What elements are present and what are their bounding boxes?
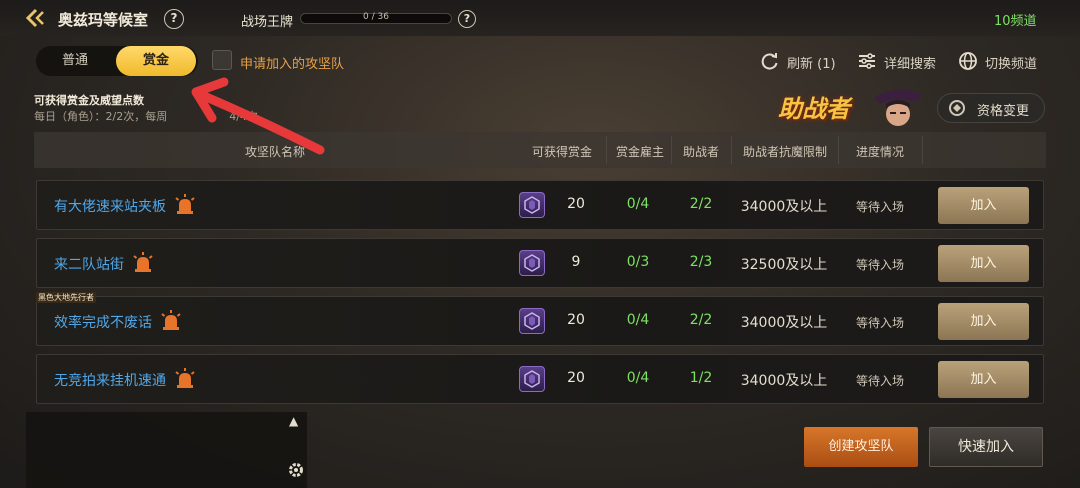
gem-icon [519,308,545,334]
header-resist-limit: 助战者抗魔限制 [742,145,827,159]
helper-count: 2/2 [689,312,713,328]
header-bounty: 可获得赏金 [531,145,592,159]
bounty-info-title: 可获得赏金及威望点数 [34,94,144,107]
progress-status: 等待入场 [855,258,904,272]
shield-swap-icon [949,100,965,116]
helper-count: 2/2 [689,196,713,212]
resist-limit: 34000及以上 [740,315,828,331]
column-divider [671,136,672,164]
refresh-icon[interactable] [760,51,780,71]
row-tag: 黑色大地先行者 [36,292,96,303]
medal-label: 战场王牌 [241,15,294,30]
helper-badge: 助战者 [778,95,850,123]
join-button[interactable]: 加入 [938,245,1029,282]
chat-panel[interactable] [26,412,307,488]
alarm-icon [160,310,182,332]
column-divider [731,136,732,164]
switch-channel-button[interactable]: 切换频道 [985,53,1037,72]
top-bar [0,0,1080,36]
gear-icon[interactable] [287,461,305,479]
column-divider [606,136,607,164]
join-button[interactable]: 加入 [938,187,1029,224]
detail-search-button[interactable]: 详细搜索 [884,53,936,72]
gem-icon [519,250,545,276]
employer-count: 0/4 [626,312,650,328]
bounty-value: 20 [567,370,585,386]
employer-count: 0/4 [626,370,650,386]
qualification-change-label[interactable]: 资格变更 [977,100,1029,119]
helper-portrait [874,89,922,126]
header-progress: 进度情况 [855,145,904,159]
join-button[interactable]: 加入 [938,303,1029,340]
medal-progress-text: 0 / 36 [363,12,389,22]
employer-count: 0/4 [626,196,650,212]
helper-count: 2/3 [689,254,713,270]
create-team-button[interactable]: 创建攻坚队 [804,427,918,467]
quick-join-button[interactable]: 快速加入 [929,427,1043,467]
progress-status: 等待入场 [855,316,904,330]
filter-icon[interactable] [857,51,877,71]
employer-count: 0/3 [626,254,650,270]
alarm-icon [174,368,196,390]
channel-indicator: 10频道 [994,14,1037,29]
gem-icon [519,192,545,218]
globe-icon[interactable] [958,51,978,71]
resist-limit: 34000及以上 [740,199,828,215]
team-name[interactable]: 有大佬速来站夹板 [54,196,166,216]
page-title: 奥兹玛等候室 [58,11,149,29]
tab-normal[interactable]: 普通 [36,46,114,76]
team-name[interactable]: 效率完成不废话 [54,312,152,332]
column-divider [838,136,839,164]
help-icon[interactable]: ? [458,10,476,28]
progress-status: 等待入场 [855,200,904,214]
header-employer: 赏金雇主 [615,145,664,159]
progress-status: 等待入场 [855,374,904,388]
back-arrow-icon[interactable] [26,8,48,28]
refresh-button[interactable]: 刷新 (1) [787,53,836,72]
applied-teams-checkbox[interactable] [212,50,232,70]
alarm-icon [132,252,154,274]
bounty-value: 9 [571,254,581,270]
team-name[interactable]: 来二队站街 [54,254,124,274]
bounty-value: 20 [567,196,585,212]
resist-limit: 34000及以上 [740,373,828,389]
team-name[interactable]: 无竞拍来挂机速通 [54,370,166,390]
header-helpers: 助战者 [682,145,719,159]
annotation-arrow [191,77,325,155]
column-divider [922,136,923,164]
resist-limit: 32500及以上 [740,257,828,273]
bounty-value: 20 [567,312,585,328]
gem-icon [519,366,545,392]
help-icon[interactable]: ? [164,9,184,29]
chevron-up-icon[interactable]: ▲ [289,414,298,428]
join-button[interactable]: 加入 [938,361,1029,398]
alarm-icon [174,194,196,216]
helper-count: 1/2 [689,370,713,386]
